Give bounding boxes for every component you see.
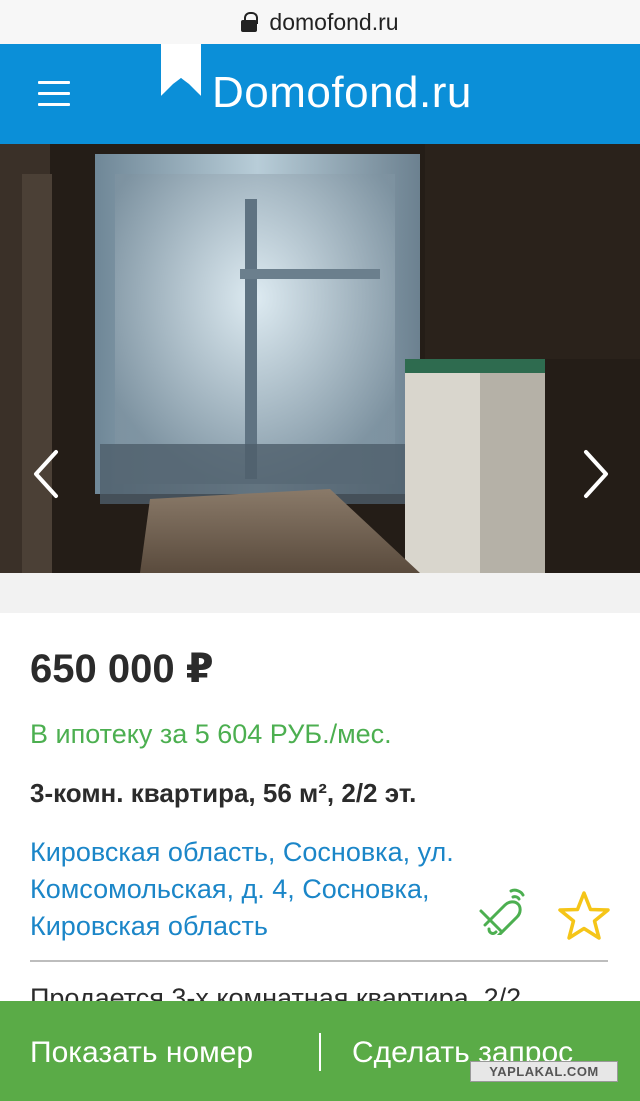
bell-icon[interactable]	[475, 885, 527, 935]
site-header: Domofond.ru	[0, 44, 640, 144]
site-logo[interactable]: Domofond.ru	[212, 68, 472, 118]
lock-icon	[241, 12, 259, 32]
listing-photo[interactable]	[0, 144, 640, 573]
listing-address[interactable]: Кировская область, Сосновка, ул. Комсомо…	[30, 834, 530, 945]
chevron-right-icon[interactable]	[582, 449, 610, 499]
chevron-left-icon[interactable]	[32, 449, 60, 499]
browser-url-bar[interactable]: domofond.ru	[0, 0, 640, 44]
address-line: Комсомольская, д. 4, Сосновка,	[30, 874, 430, 904]
star-icon[interactable]	[557, 890, 611, 942]
listing-price: 650 000 ₽	[30, 647, 214, 691]
address-line: Кировская область	[30, 911, 268, 941]
logo-bookmark-icon	[161, 44, 201, 96]
listing-params: 3-комн. квартира, 56 м², 2/2 эт.	[30, 778, 417, 808]
show-phone-button[interactable]: Показать номер	[30, 1036, 253, 1070]
divider	[30, 960, 608, 962]
section-gap	[0, 573, 640, 613]
action-bar: Показать номер Сделать запрос YAPLAKAL.C…	[0, 1001, 640, 1101]
mortgage-link[interactable]: В ипотеку за 5 604 РУБ./мес.	[30, 719, 392, 750]
browser-url: domofond.ru	[269, 8, 399, 35]
address-line: Кировская область, Сосновка, ул.	[30, 837, 454, 867]
watermark-badge: YAPLAKAL.COM	[470, 1061, 618, 1082]
hamburger-icon[interactable]	[38, 81, 70, 107]
action-separator	[319, 1033, 321, 1071]
